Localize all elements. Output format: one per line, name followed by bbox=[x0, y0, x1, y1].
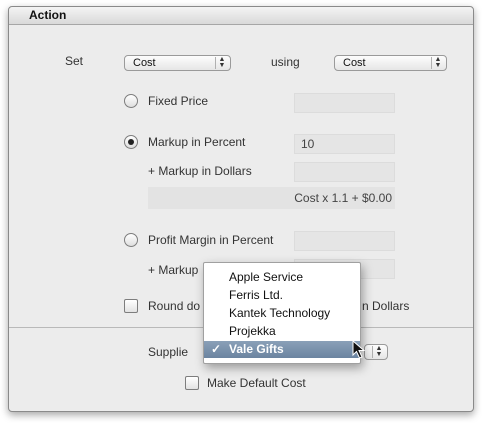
using-label: using bbox=[271, 55, 300, 69]
checkmark-icon: ✓ bbox=[211, 342, 222, 356]
menu-item-apple-service[interactable]: Apple Service bbox=[204, 269, 360, 286]
mouse-pointer-icon bbox=[352, 340, 366, 359]
menu-item-projekka[interactable]: Projekka bbox=[204, 323, 360, 340]
set-target-popup[interactable]: Cost ▲ ▼ bbox=[124, 55, 231, 71]
fixed-price-label: Fixed Price bbox=[148, 94, 209, 108]
round-label-left: Round do bbox=[148, 299, 201, 313]
markup-dollars-label: + Markup in Dollars bbox=[148, 164, 252, 178]
make-default-label: Make Default Cost bbox=[207, 376, 306, 390]
margin-markup-dollars-label: + Markup bbox=[148, 263, 199, 277]
menu-item-label: Vale Gifts bbox=[229, 342, 284, 356]
markup-percent-field[interactable]: 10 bbox=[294, 134, 395, 154]
supplier-menu: Apple Service Ferris Ltd. Kantek Technol… bbox=[203, 262, 361, 364]
chevron-up-down-icon: ▲ ▼ bbox=[431, 56, 444, 69]
menu-item-label: Ferris Ltd. bbox=[229, 288, 284, 302]
section-header: Action bbox=[9, 7, 473, 25]
formula-text: Cost x 1.1 + $0.00 bbox=[294, 191, 392, 205]
formula-preview: Cost x 1.1 + $0.00 bbox=[148, 187, 395, 209]
menu-item-ferris-ltd[interactable]: Ferris Ltd. bbox=[204, 287, 360, 304]
make-default-checkbox[interactable] bbox=[185, 376, 199, 390]
fixed-price-field[interactable] bbox=[294, 93, 395, 113]
round-checkbox[interactable] bbox=[124, 299, 138, 313]
chevron-up-down-icon: ▲ ▼ bbox=[215, 56, 228, 69]
profit-margin-radio[interactable] bbox=[124, 233, 138, 247]
using-source-value: Cost bbox=[343, 57, 366, 69]
section-title: Action bbox=[29, 8, 67, 22]
menu-item-label: Projekka bbox=[229, 324, 276, 338]
round-label-right: n Dollars bbox=[362, 299, 410, 313]
set-target-value: Cost bbox=[133, 57, 156, 69]
markup-percent-radio[interactable] bbox=[124, 135, 138, 149]
radio-selected-dot bbox=[128, 139, 134, 145]
chevron-up-down-icon: ▲ ▼ bbox=[372, 345, 385, 358]
menu-item-label: Kantek Technology bbox=[229, 306, 331, 320]
menu-item-kantek-technology[interactable]: Kantek Technology bbox=[204, 305, 360, 322]
profit-margin-field[interactable] bbox=[294, 231, 395, 251]
menu-item-vale-gifts[interactable]: ✓ Vale Gifts bbox=[204, 341, 360, 358]
supplier-label: Supplie bbox=[148, 345, 189, 359]
using-source-popup[interactable]: Cost ▲ ▼ bbox=[334, 55, 447, 71]
menu-item-label: Apple Service bbox=[229, 270, 304, 284]
markup-dollars-field[interactable] bbox=[294, 162, 395, 182]
profit-margin-label: Profit Margin in Percent bbox=[148, 233, 274, 247]
markup-percent-label: Markup in Percent bbox=[148, 135, 246, 149]
fixed-price-radio[interactable] bbox=[124, 94, 138, 108]
set-label: Set bbox=[65, 54, 84, 68]
